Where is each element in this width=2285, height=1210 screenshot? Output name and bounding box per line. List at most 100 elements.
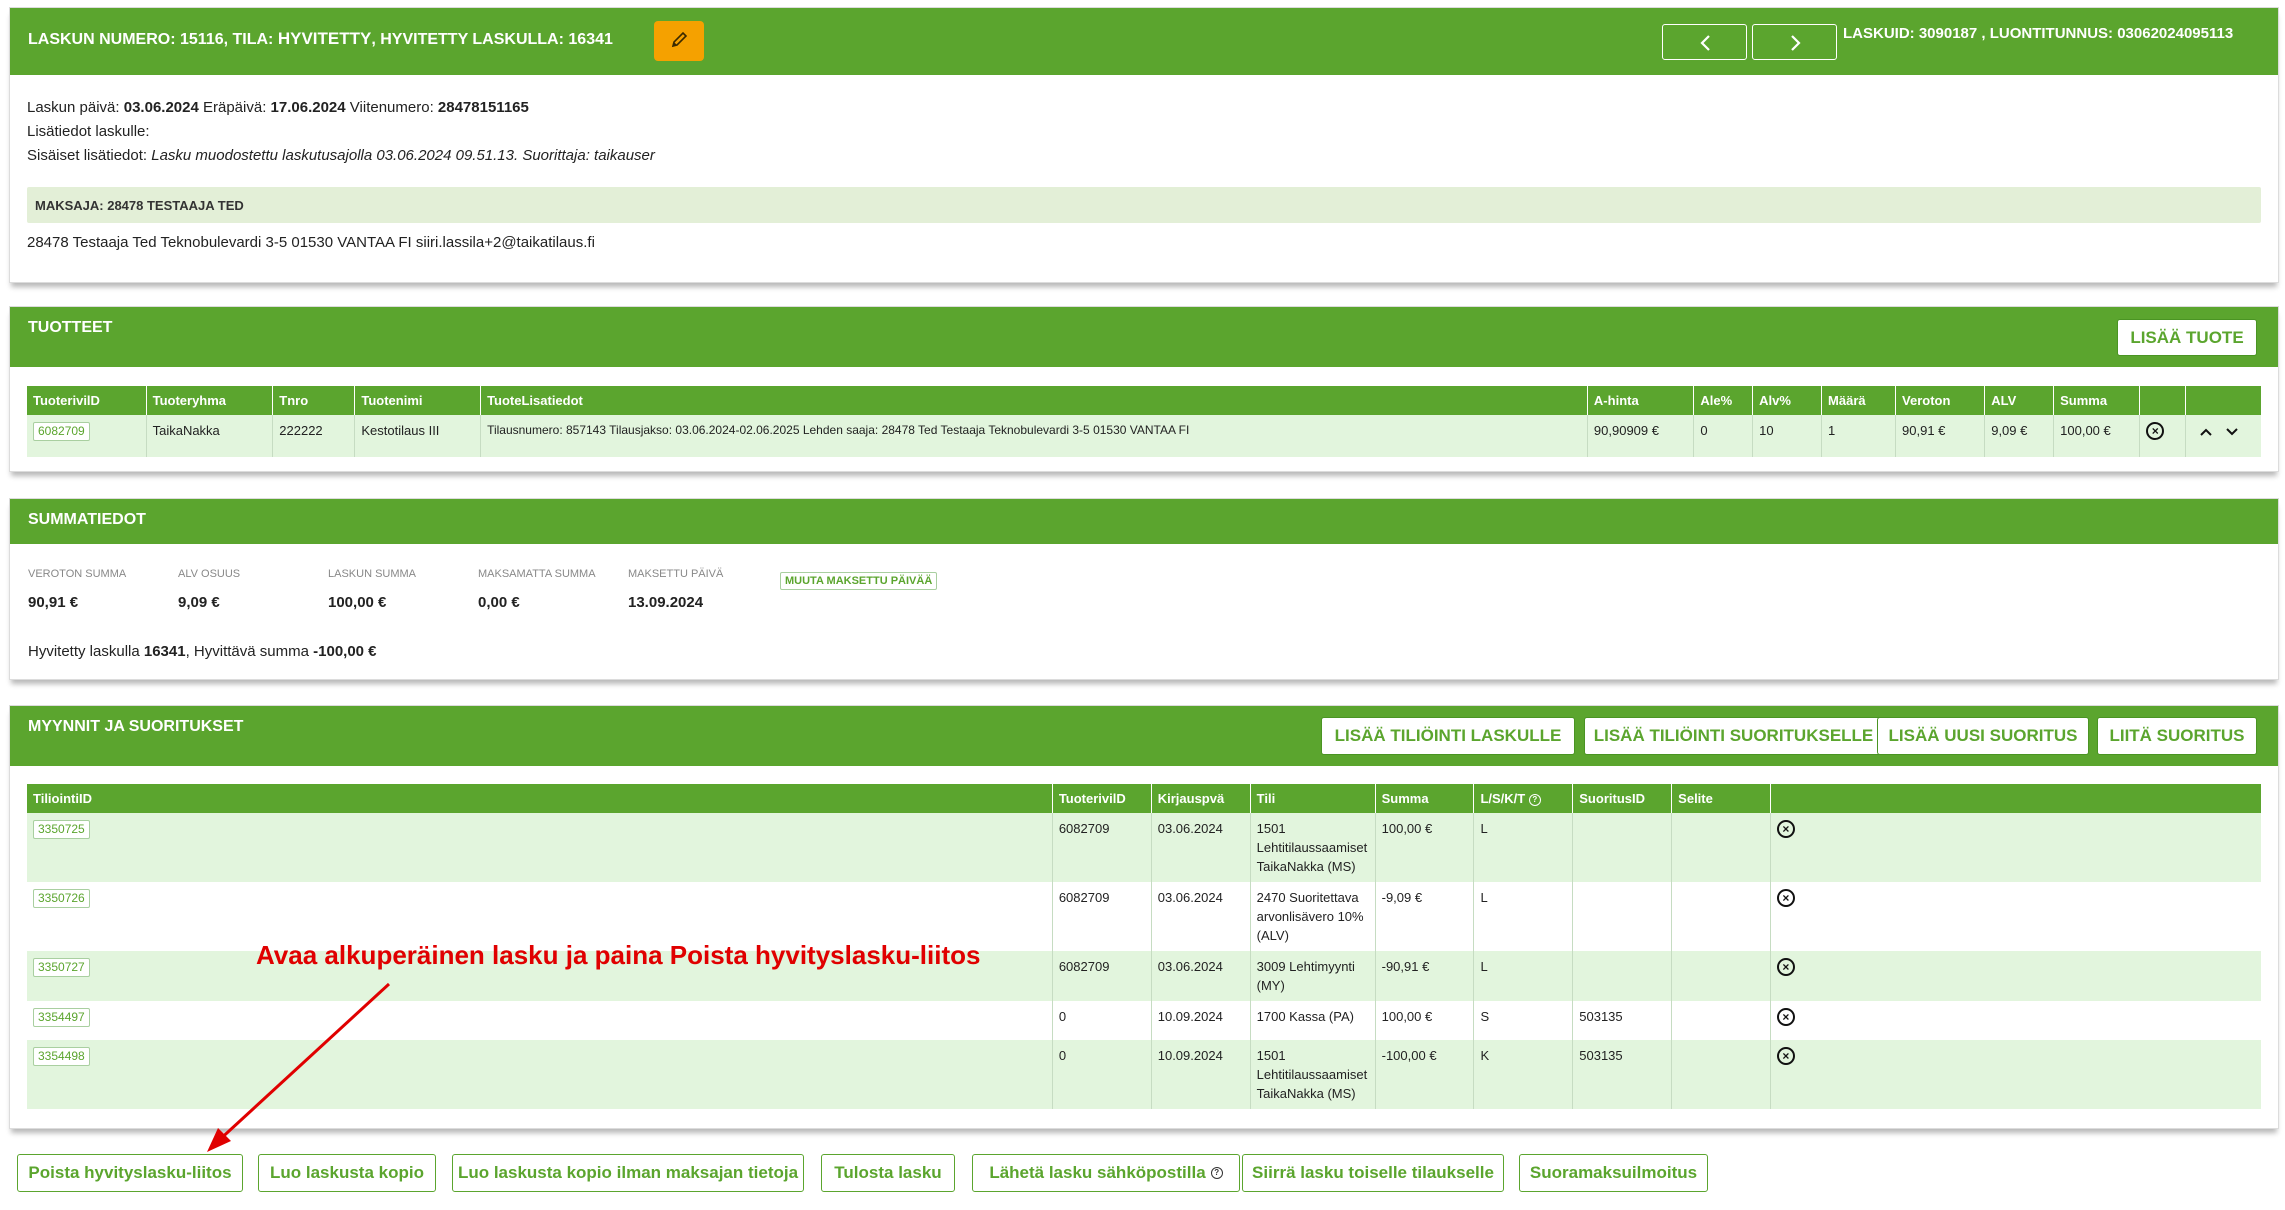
- myynnit-header: MYYNNIT JA SUORITUKSET LISÄÄ TILIÖINTI L…: [10, 706, 2278, 766]
- row-delete-cell: ×: [1769, 882, 2261, 951]
- row-selite: [1671, 1001, 1771, 1040]
- myynnit-panel: MYYNNIT JA SUORITUKSET LISÄÄ TILIÖINTI L…: [9, 705, 2279, 1129]
- laskun-summa-value: 100,00 €: [328, 594, 387, 611]
- siirra-lasku-toiselle-tilaukselle-button[interactable]: Siirrä lasku toiselle tilaukselle: [1242, 1154, 1504, 1192]
- col-lisatiedot: TuoteLisatiedot: [480, 386, 1588, 415]
- row-delete-cell: ×: [2139, 415, 2186, 457]
- lisaa-uusi-suoritus-button[interactable]: LISÄÄ UUSI SUORITUS: [1877, 717, 2089, 755]
- liita-suoritus-button[interactable]: LIITÄ SUORITUS: [2097, 717, 2257, 755]
- luo-kopio-ilman-maksajan-tietoja-button[interactable]: Luo laskusta kopio ilman maksajan tietoj…: [452, 1154, 804, 1192]
- row-suoritus: [1572, 813, 1672, 882]
- col-tuoterivi: TuoterivilD: [27, 386, 147, 415]
- col-tuoteryhma: Tuoteryhma: [145, 386, 273, 415]
- row-id-cell: 3350725: [27, 813, 1053, 882]
- row-tili: 3009 Lehtimyynti (MY): [1249, 951, 1376, 1001]
- row-lisatiedot: Tilausnumero: 857143 Tilausjakso: 03.06.…: [480, 415, 1588, 457]
- lisaa-tuote-button[interactable]: LISÄÄ TUOTE: [2117, 319, 2257, 356]
- prev-button[interactable]: [1662, 24, 1747, 60]
- tuotteet-header-row: TuoterivilD Tuoteryhma Tnro Tuotenimi Tu…: [27, 386, 2261, 415]
- col-summa: Summa: [2053, 386, 2140, 415]
- erapaiva-value: 17.06.2024: [270, 99, 346, 116]
- summatiedot-header: SUMMATIEDOT: [10, 499, 2278, 544]
- maksaja-label: MAKSAJA: 28478 TESTAAJA TED: [35, 198, 244, 213]
- invoice-panel: LASKUN NUMERO: 15116, TILA: HYVITETTY, H…: [9, 7, 2279, 283]
- hyvitetty-laskulla-value: 16341: [143, 643, 186, 660]
- tila-value: HYVITETTY: [277, 29, 372, 48]
- hyvitetty-laskulla-label: Hyvitetty laskulla: [28, 643, 140, 660]
- row-tili: 2470 Suoritettava arvonlisävero 10% (ALV…: [1249, 882, 1376, 951]
- maksettu-paiva-value: 13.09.2024: [628, 594, 704, 611]
- hyvitetty-label: , HYVITETTY LASKULLA:: [371, 31, 564, 48]
- row-tuoterivi: 6082709: [1051, 951, 1152, 1001]
- tuoterivi-id-link[interactable]: 6082709: [33, 422, 90, 441]
- row-pvm: 03.06.2024: [1150, 813, 1251, 882]
- col-summa: Summa: [1374, 784, 1474, 813]
- row-delete-cell: ×: [1769, 1001, 2261, 1040]
- col-alvpct: Alv%: [1752, 386, 1822, 415]
- chevron-down-icon[interactable]: [2224, 424, 2240, 440]
- suoramaksuilmoitus-button[interactable]: Suoramaksuilmoitus: [1519, 1154, 1708, 1192]
- delete-icon[interactable]: ×: [2146, 422, 2165, 440]
- maksettu-paiva-label: MAKSETTU PÄIVÄ: [628, 568, 724, 580]
- alv-osuus-value: 9,09 €: [178, 594, 220, 611]
- tulosta-lasku-button[interactable]: Tulosta lasku: [821, 1154, 955, 1192]
- hyvittava-summa-value: -100,00 €: [313, 643, 377, 660]
- edit-button[interactable]: [654, 21, 704, 61]
- sisaiset-value: Lasku muodostettu laskutusajolla 03.06.2…: [151, 147, 655, 164]
- sisaiset-label: Sisäiset lisätiedot:: [27, 147, 148, 164]
- row-lskt: L: [1473, 813, 1573, 882]
- col-alv: ALV: [1984, 386, 2054, 415]
- paiva-value: 03.06.2024: [123, 99, 199, 116]
- tila-label: , TILA:: [223, 31, 274, 48]
- delete-icon[interactable]: ×: [1776, 889, 1795, 907]
- luo-laskusta-kopio-button[interactable]: Luo laskusta kopio: [258, 1154, 436, 1192]
- tiliointi-id-link[interactable]: 3350727: [33, 958, 90, 977]
- row-pvm: 03.06.2024: [1150, 951, 1251, 1001]
- delete-icon[interactable]: ×: [1776, 820, 1795, 838]
- laheta-lasku-sahkopostilla-button[interactable]: Lähetä lasku sähköpostilla ?: [972, 1154, 1240, 1192]
- chevron-left-icon: [1700, 35, 1710, 51]
- row-maara: 1: [1821, 415, 1896, 457]
- col-tili: Tili: [1249, 784, 1376, 813]
- table-row: 3350725 6082709 03.06.2024 1501 Lehtitil…: [27, 813, 2261, 882]
- veroton-summa-label: VEROTON SUMMA: [28, 568, 127, 580]
- poista-hyvityslasku-liitos-button[interactable]: Poista hyvityslasku-liitos: [17, 1154, 243, 1192]
- tuotteet-header: TUOTTEET LISÄÄ TUOTE: [10, 307, 2278, 367]
- row-summa: -100,00 €: [1374, 1040, 1474, 1109]
- next-button[interactable]: [1752, 24, 1837, 60]
- lisaa-tiliointi-suoritukselle-button[interactable]: LISÄÄ TILIÖINTI SUORITUKSELLE: [1584, 717, 1883, 755]
- myynnit-title: MYYNNIT JA SUORITUKSET: [28, 718, 244, 735]
- tiliointi-id-link[interactable]: 3354497: [33, 1008, 90, 1027]
- col-ahinta: A-hinta: [1586, 386, 1694, 415]
- tiliointi-id-link[interactable]: 3354498: [33, 1047, 90, 1066]
- col-tuoterivi: TuoterivilD: [1051, 784, 1152, 813]
- delete-icon[interactable]: ×: [1776, 958, 1795, 976]
- col-lskt-label: L/S/K/T: [1480, 791, 1526, 806]
- alv-osuus-label: ALV OSUUS: [178, 568, 241, 580]
- chevron-up-icon[interactable]: [2198, 424, 2214, 440]
- muuta-maksettu-paiva-button[interactable]: MUUTA MAKSETTU PÄIVÄÄ: [780, 572, 938, 590]
- maksaja-address: 28478 Testaaja Ted Teknobulevardi 3-5 01…: [27, 234, 595, 251]
- row-delete-cell: ×: [1769, 813, 2261, 882]
- col-delete: [2139, 386, 2186, 415]
- tuotteet-table: TuoterivilD Tuoteryhma Tnro Tuotenimi Tu…: [27, 386, 2261, 457]
- laskun-label: LASKUN NUMERO:: [28, 31, 176, 48]
- row-ryhma: TaikaNakka: [145, 415, 273, 457]
- row-tnro: 222222: [272, 415, 355, 457]
- col-tnro: Tnro: [272, 386, 355, 415]
- delete-icon[interactable]: ×: [1776, 1008, 1795, 1026]
- lisaa-tiliointi-laskulle-button[interactable]: LISÄÄ TILIÖINTI LASKULLE: [1321, 717, 1575, 755]
- table-row: 3354497 0 10.09.2024 1700 Kassa (PA) 100…: [27, 1001, 2261, 1040]
- help-icon[interactable]: ?: [1528, 793, 1541, 806]
- tiliointi-id-link[interactable]: 3350726: [33, 889, 90, 908]
- delete-icon[interactable]: ×: [1776, 1047, 1795, 1065]
- col-lskt: L/S/K/T ?: [1473, 784, 1573, 813]
- col-kirjauspvm: Kirjauspvä: [1150, 784, 1251, 813]
- row-tuoterivi: 6082709: [1051, 813, 1152, 882]
- row-alv: 9,09 €: [1984, 415, 2054, 457]
- maksamatta-summa-value: 0,00 €: [478, 594, 520, 611]
- row-lskt: L: [1473, 882, 1573, 951]
- help-icon[interactable]: ?: [1210, 1167, 1223, 1179]
- row-summa: 100,00 €: [1374, 813, 1474, 882]
- tiliointi-id-link[interactable]: 3350725: [33, 820, 90, 839]
